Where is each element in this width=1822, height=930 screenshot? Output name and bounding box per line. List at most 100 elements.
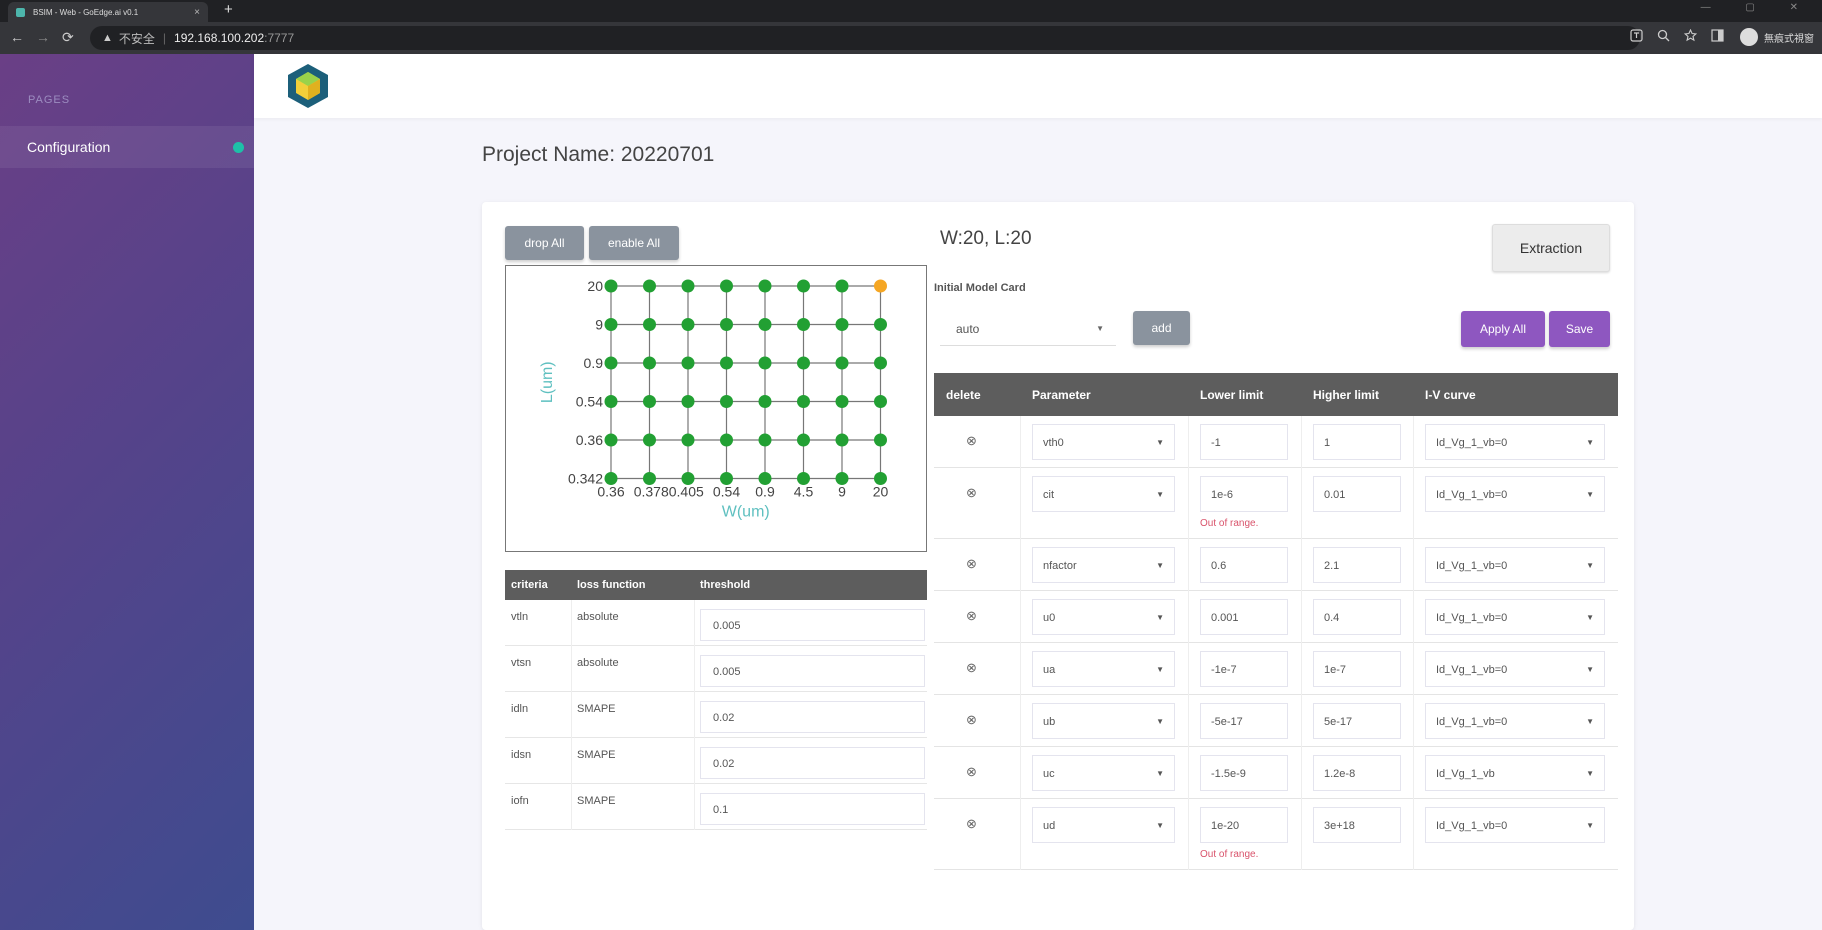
sidebar-icon[interactable] [1711,29,1724,42]
iv-curve-select[interactable]: Id_Vg_1_vb=0 ▼ [1425,703,1605,739]
iv-curve-select[interactable]: Id_Vg_1_vb=0 ▼ [1425,599,1605,635]
forward-icon[interactable]: → [36,29,50,45]
grid-point[interactable] [758,356,772,370]
grid-point[interactable] [835,395,849,408]
extraction-button[interactable]: Extraction [1492,224,1610,272]
grid-point[interactable] [720,433,733,447]
iv-curve-select[interactable]: Id_Vg_1_vb=0 ▼ [1425,476,1605,512]
grid-point[interactable] [643,472,656,485]
higher-limit-input[interactable]: 0.4 [1313,599,1401,635]
parameter-select[interactable]: ub ▼ [1032,703,1175,739]
threshold-input[interactable]: 0.005 [700,655,925,687]
grid-point[interactable] [720,472,733,485]
grid-point[interactable] [643,279,656,293]
reload-icon[interactable]: ⟳ [62,29,74,46]
grid-point[interactable] [681,433,695,447]
higher-limit-input[interactable]: 1.2e-8 [1313,755,1401,791]
grid-point[interactable] [874,433,887,447]
star-icon[interactable] [1684,29,1697,42]
grid-point[interactable] [797,433,810,447]
threshold-input[interactable]: 0.005 [700,609,925,641]
back-icon[interactable]: ← [10,29,24,45]
parameter-select[interactable]: nfactor ▼ [1032,547,1175,583]
parameter-select[interactable]: vth0 ▼ [1032,424,1175,460]
delete-row-icon[interactable]: ⊗ [966,608,977,624]
grid-point[interactable] [604,433,618,447]
window-controls[interactable]: — ▢ ✕ [1701,2,1814,13]
grid-point[interactable] [758,395,772,408]
url-input[interactable]: ▲ 不安全 | 192.168.100.202 :7777 [90,26,1640,50]
app-logo-icon[interactable] [286,62,330,110]
delete-row-icon[interactable]: ⊗ [966,433,977,449]
higher-limit-input[interactable]: 3e+18 [1313,807,1401,843]
parameter-select[interactable]: ua ▼ [1032,651,1175,687]
grid-point[interactable] [874,472,887,485]
initial-model-card-select[interactable]: auto ▼ [940,312,1116,346]
grid-point[interactable] [604,279,618,293]
delete-row-icon[interactable]: ⊗ [966,556,977,572]
threshold-input[interactable]: 0.02 [700,701,925,733]
browser-tab[interactable]: BSIM - Web - GoEdge.ai v0.1 × [8,2,208,22]
higher-limit-input[interactable]: 2.1 [1313,547,1401,583]
grid-point[interactable] [758,433,772,447]
iv-curve-select[interactable]: Id_Vg_1_vb ▼ [1425,755,1605,791]
lower-limit-input[interactable]: -1 [1200,424,1288,460]
grid-point[interactable] [758,472,772,485]
grid-point[interactable] [681,395,695,408]
lower-limit-input[interactable]: -1.5e-9 [1200,755,1288,791]
profile-button[interactable]: 無痕式視窗 [1740,28,1814,46]
grid-point[interactable] [643,318,656,331]
lower-limit-input[interactable]: -5e-17 [1200,703,1288,739]
parameter-select[interactable]: uc ▼ [1032,755,1175,791]
grid-point[interactable] [797,318,810,331]
grid-point[interactable] [720,279,733,293]
grid-point[interactable] [720,395,733,408]
grid-point[interactable] [797,279,810,293]
new-tab-button[interactable]: + [224,1,233,18]
grid-point[interactable] [604,356,618,370]
zoom-icon[interactable] [1657,29,1670,42]
grid-point[interactable] [720,318,733,331]
delete-row-icon[interactable]: ⊗ [966,712,977,728]
enable-all-button[interactable]: enable All [589,226,679,260]
threshold-input[interactable]: 0.1 [700,793,925,825]
grid-point[interactable] [681,279,695,293]
lower-limit-input[interactable]: 1e-20 [1200,807,1288,843]
grid-point[interactable] [681,356,695,370]
tab-close-icon[interactable]: × [194,7,200,18]
grid-point[interactable] [681,472,695,485]
iv-curve-select[interactable]: Id_Vg_1_vb=0 ▼ [1425,424,1605,460]
higher-limit-input[interactable]: 0.01 [1313,476,1401,512]
parameter-select[interactable]: cit ▼ [1032,476,1175,512]
iv-curve-select[interactable]: Id_Vg_1_vb=0 ▼ [1425,807,1605,843]
grid-point[interactable] [874,279,887,293]
grid-point[interactable] [720,356,733,370]
lower-limit-input[interactable]: 1e-6 [1200,476,1288,512]
apply-all-button[interactable]: Apply All [1461,311,1545,347]
grid-point[interactable] [797,356,810,370]
grid-point[interactable] [604,472,618,485]
translate-icon[interactable] [1630,29,1643,42]
grid-point[interactable] [643,433,656,447]
grid-point[interactable] [835,472,849,485]
grid-point[interactable] [643,395,656,408]
delete-row-icon[interactable]: ⊗ [966,660,977,676]
parameter-select[interactable]: ud ▼ [1032,807,1175,843]
grid-point[interactable] [835,318,849,331]
grid-point[interactable] [681,318,695,331]
iv-curve-select[interactable]: Id_Vg_1_vb=0 ▼ [1425,547,1605,583]
grid-point[interactable] [797,395,810,408]
add-button[interactable]: add [1133,311,1190,345]
delete-row-icon[interactable]: ⊗ [966,764,977,780]
drop-all-button[interactable]: drop All [505,226,584,260]
higher-limit-input[interactable]: 1e-7 [1313,651,1401,687]
grid-point[interactable] [835,279,849,293]
grid-point[interactable] [874,395,887,408]
grid-point[interactable] [604,395,618,408]
threshold-input[interactable]: 0.02 [700,747,925,779]
save-button[interactable]: Save [1549,311,1610,347]
higher-limit-input[interactable]: 1 [1313,424,1401,460]
grid-point[interactable] [643,356,656,370]
sidebar-item-configuration[interactable]: Configuration [0,126,254,168]
lower-limit-input[interactable]: 0.6 [1200,547,1288,583]
